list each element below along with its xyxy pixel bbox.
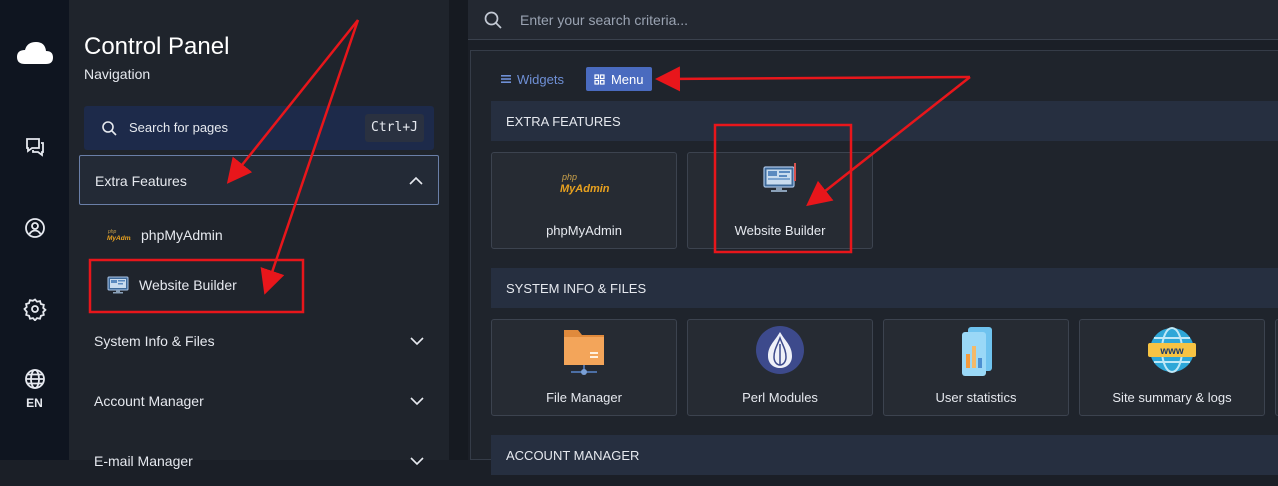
list-icon: [501, 75, 511, 83]
card-user-statistics[interactable]: User statistics: [883, 319, 1069, 416]
tab-widgets[interactable]: Widgets: [499, 67, 572, 91]
website-builder-icon: [763, 163, 796, 192]
card-label: Perl Modules: [742, 390, 818, 405]
section-label: E-mail Manager: [94, 453, 193, 469]
layout-gutter: [449, 0, 468, 460]
perl-onion-icon: [756, 326, 804, 374]
svg-text:php: php: [561, 172, 577, 182]
section-label: System Info & Files: [94, 333, 215, 349]
svg-text:www: www: [1159, 346, 1184, 357]
search-icon: [102, 121, 117, 136]
www-globe-icon: www: [1148, 327, 1196, 373]
section-extra-features[interactable]: Extra Features: [79, 155, 439, 205]
phpmyadmin-logo-icon: php MyAdmin: [107, 229, 131, 242]
card-label: Website Builder: [734, 223, 826, 238]
section-title: SYSTEM INFO & FILES: [506, 281, 647, 296]
card-phpmyadmin[interactable]: php MyAdmin phpMyAdmin: [491, 152, 677, 249]
settings-gear-icon[interactable]: [0, 297, 69, 321]
main-panel: Widgets Menu EXTRA FEATURES php MyAdmin …: [470, 50, 1278, 475]
svg-text:MyAdmin: MyAdmin: [107, 235, 131, 242]
card-label: Site summary & logs: [1112, 390, 1232, 405]
search-shortcut-badge: Ctrl+J: [365, 114, 424, 142]
tab-menu[interactable]: Menu: [585, 67, 652, 91]
website-builder-icon: [107, 276, 129, 294]
card-file-manager[interactable]: File Manager: [491, 319, 677, 416]
card-site-summary-logs[interactable]: www Site summary & logs: [1079, 319, 1265, 416]
language-label[interactable]: EN: [0, 396, 69, 410]
tab-label: Widgets: [517, 71, 564, 87]
card-perl-modules[interactable]: Perl Modules: [687, 319, 873, 416]
section-system-info-files[interactable]: System Info & Files: [79, 316, 439, 366]
section-header-extra-features: EXTRA FEATURES: [491, 101, 1278, 141]
globe-icon[interactable]: [0, 367, 69, 391]
section-title: ACCOUNT MANAGER: [506, 448, 640, 463]
section-header-account-manager: ACCOUNT MANAGER: [491, 435, 1278, 475]
chevron-down-icon: [410, 337, 424, 346]
sidebar-subtitle: Navigation: [84, 66, 151, 82]
global-search-bar[interactable]: Enter your search criteria...: [468, 0, 1278, 40]
section-email-manager[interactable]: E-mail Manager: [79, 436, 439, 486]
section-account-manager[interactable]: Account Manager: [79, 376, 439, 426]
svg-text:MyAdmin: MyAdmin: [560, 183, 610, 195]
section-label: Account Manager: [94, 393, 204, 409]
page-search-label: Search for pages: [129, 120, 229, 135]
navigation-sidebar: Control Panel Navigation Search for page…: [69, 0, 449, 469]
user-icon[interactable]: [0, 216, 69, 240]
sidebar-item-website-builder[interactable]: Website Builder: [107, 270, 237, 300]
section-label: Extra Features: [95, 173, 187, 189]
section-title: EXTRA FEATURES: [506, 114, 621, 129]
card-label: User statistics: [935, 390, 1017, 405]
icon-rail: EN: [0, 0, 69, 460]
grid-icon: [594, 73, 605, 85]
card-website-builder[interactable]: Website Builder: [687, 152, 873, 249]
card-label: phpMyAdmin: [546, 223, 622, 238]
sidebar-item-label: phpMyAdmin: [141, 227, 223, 243]
page-search-box[interactable]: Search for pages Ctrl+J: [84, 106, 434, 150]
sidebar-item-label: Website Builder: [139, 277, 237, 293]
section-header-system-info-files: SYSTEM INFO & FILES: [491, 268, 1278, 308]
global-search-placeholder[interactable]: Enter your search criteria...: [520, 12, 688, 28]
statistics-chart-icon: [962, 327, 992, 376]
chevron-up-icon: [409, 176, 423, 185]
phpmyadmin-logo-icon: php MyAdmin: [560, 172, 610, 195]
sidebar-item-phpmyadmin[interactable]: php MyAdmin phpMyAdmin: [107, 220, 223, 250]
tab-label: Menu: [610, 71, 644, 87]
sidebar-title: Control Panel: [84, 33, 230, 60]
cloud-logo-icon[interactable]: [0, 38, 69, 68]
card-label: File Manager: [546, 390, 622, 405]
search-icon: [484, 11, 502, 29]
chevron-down-icon: [410, 397, 424, 406]
chat-icon[interactable]: [0, 134, 69, 158]
folder-icon: [564, 330, 604, 375]
chevron-down-icon: [410, 457, 424, 466]
view-tabs: Widgets Menu: [499, 67, 652, 91]
